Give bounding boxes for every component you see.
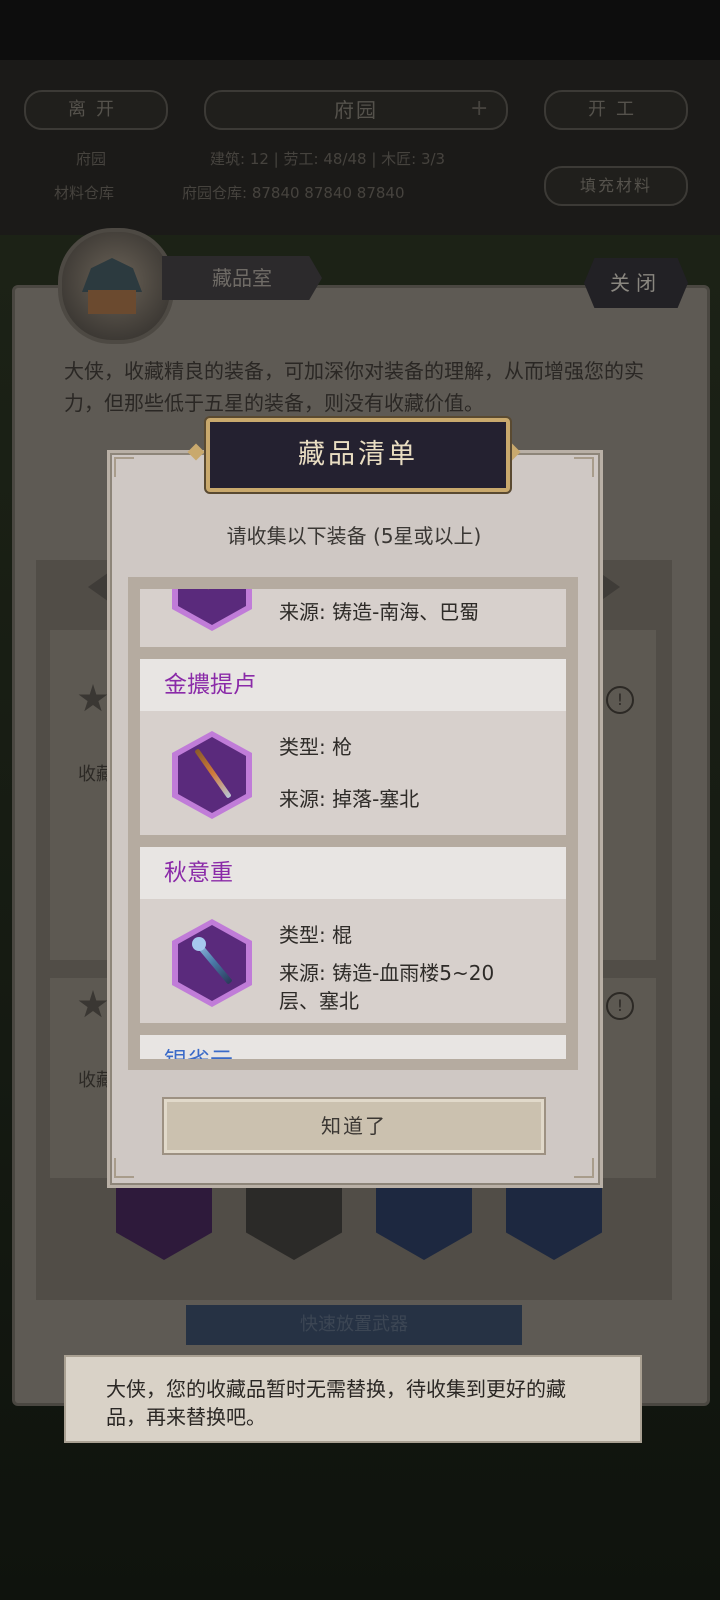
collection-list[interactable]: 来源: 铸造-南海、巴蜀 金擃提卢 类型: 枪 来源: 掉落-塞北 秋意重 类型… xyxy=(140,589,566,1059)
room-description: 大侠，收藏精良的装备，可加深你对装备的理解，从而增强您的实力，但那些低于五星的装… xyxy=(64,359,644,415)
item-body: 类型: 棍 来源: 铸造-血雨楼5~20层、塞北 xyxy=(140,899,566,1023)
corner-ornament xyxy=(114,457,134,477)
staff-icon xyxy=(172,919,252,1007)
item-type: 类型: 枪 xyxy=(279,735,353,759)
hud-left-label: 府园 xyxy=(76,150,107,168)
spear-icon xyxy=(172,731,252,819)
toast-message: 大侠，您的收藏品暂时无需替换，待收集到更好的藏品，再来替换吧。 xyxy=(106,1377,566,1429)
weapon-icon xyxy=(172,589,252,631)
item-body: 类型: 枪 来源: 掉落-塞北 xyxy=(140,711,566,835)
item-name: 秋意重 xyxy=(140,847,566,899)
dialog-subtitle: 请收集以下装备 (5星或以上) xyxy=(226,524,482,548)
quick-place-button[interactable]: 快速放置武器 xyxy=(186,1305,522,1345)
room-tab: 藏品室 xyxy=(162,256,322,300)
corner-ornament xyxy=(114,1158,134,1178)
list-item: 来源: 铸造-南海、巴蜀 xyxy=(140,589,566,647)
item-source: 来源: 掉落-塞北 xyxy=(279,787,420,811)
item-name: 银雀云 xyxy=(140,1035,566,1059)
hud-stats: 建筑: 12 | 劳工: 48/48 | 木匠: 3/3 xyxy=(210,150,446,168)
info-icon[interactable]: ! xyxy=(606,686,634,714)
leave-button[interactable]: 离开 xyxy=(24,90,168,130)
hud-left-sub: 材料仓库 xyxy=(54,184,115,202)
wall-shape xyxy=(88,290,136,314)
garden-title-text: 府园 xyxy=(334,98,378,122)
item-type: 类型: 棍 xyxy=(279,923,353,947)
item-source: 来源: 铸造-血雨楼5~20层、塞北 xyxy=(279,961,495,1013)
list-item: 金擃提卢 类型: 枪 来源: 掉落-塞北 xyxy=(140,659,566,835)
hud-storage: 府园仓库: 87840 87840 87840 xyxy=(182,184,405,202)
building-emblem-icon xyxy=(58,228,174,344)
list-item: 银雀云 xyxy=(140,1035,566,1059)
close-button[interactable]: 关闭 xyxy=(584,258,688,308)
start-work-button[interactable]: 开工 xyxy=(544,90,688,130)
corner-ornament xyxy=(574,1158,594,1178)
fill-material-button[interactable]: 填充材料 xyxy=(544,166,688,206)
dialog-title: 藏品清单 xyxy=(206,418,510,492)
item-source: 来源: 铸造-南海、巴蜀 xyxy=(279,600,480,624)
weapon-icon-bg xyxy=(178,589,246,625)
info-icon[interactable]: ! xyxy=(606,992,634,1020)
corner-ornament xyxy=(574,457,594,477)
garden-title: 府园 xyxy=(204,90,508,130)
roof-shape xyxy=(82,258,142,292)
list-item: 秋意重 类型: 棍 来源: 铸造-血雨楼5~20层、塞北 xyxy=(140,847,566,1023)
item-body: 来源: 铸造-南海、巴蜀 xyxy=(140,589,566,647)
item-name: 金擃提卢 xyxy=(140,659,566,711)
staff-head xyxy=(192,937,206,951)
confirm-button[interactable]: 知道了 xyxy=(162,1097,546,1155)
add-icon[interactable]: + xyxy=(470,96,488,121)
